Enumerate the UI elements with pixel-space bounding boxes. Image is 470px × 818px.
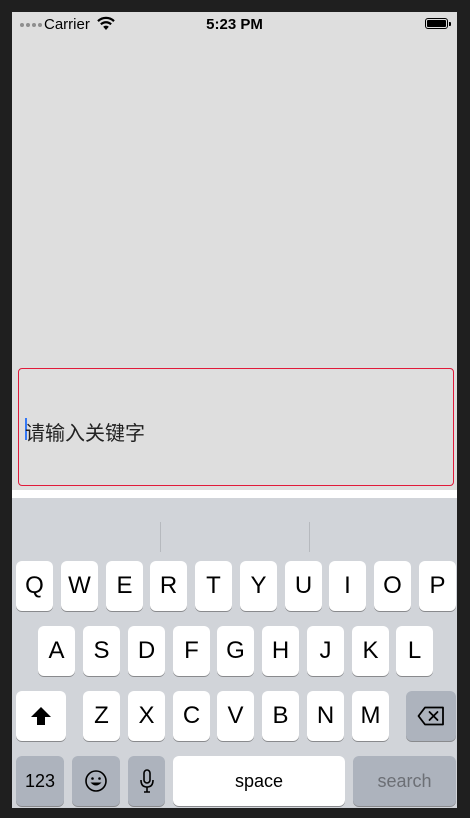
emoji-icon [85,770,107,792]
space-key[interactable]: space [173,756,345,806]
key-x[interactable]: X [128,691,165,741]
microphone-icon [139,769,154,793]
key-p[interactable]: P [419,561,456,611]
key-e[interactable]: E [106,561,143,611]
key-j[interactable]: J [307,626,344,676]
key-k[interactable]: K [352,626,389,676]
delete-key[interactable] [406,691,456,741]
key-f[interactable]: F [173,626,210,676]
key-g[interactable]: G [217,626,254,676]
delete-icon [417,706,444,726]
key-h[interactable]: H [262,626,299,676]
key-q[interactable]: Q [16,561,53,611]
key-d[interactable]: D [128,626,165,676]
dictation-key[interactable] [128,756,165,806]
emoji-key[interactable] [72,756,120,806]
shift-key[interactable] [16,691,66,741]
key-r[interactable]: R [150,561,187,611]
key-i[interactable]: I [329,561,366,611]
battery-icon [425,18,451,29]
prediction-divider [309,522,310,552]
numbers-key[interactable]: 123 [16,756,64,806]
key-s[interactable]: S [83,626,120,676]
key-z[interactable]: Z [83,691,120,741]
key-m[interactable]: M [352,691,389,741]
key-l[interactable]: L [396,626,433,676]
keyboard: Q W E R T Y U I O P A S D F G H J K L Z … [12,498,457,808]
keyboard-top-divider [12,490,457,498]
key-v[interactable]: V [217,691,254,741]
search-input[interactable]: 请输入关键字 [18,368,454,486]
key-o[interactable]: O [374,561,411,611]
key-u[interactable]: U [285,561,322,611]
key-b[interactable]: B [262,691,299,741]
shift-icon [31,707,51,725]
key-t[interactable]: T [195,561,232,611]
search-placeholder: 请输入关键字 [25,423,145,445]
status-bar: Carrier 5:23 PM [12,12,457,38]
key-c[interactable]: C [173,691,210,741]
app-screen: Carrier 5:23 PM 请输入关键字 Q W E R T Y U I O… [12,12,457,808]
clock: 5:23 PM [206,16,263,33]
key-y[interactable]: Y [240,561,277,611]
key-a[interactable]: A [38,626,75,676]
search-key[interactable]: search [353,756,456,806]
key-n[interactable]: N [307,691,344,741]
prediction-divider [160,522,161,552]
key-w[interactable]: W [61,561,98,611]
